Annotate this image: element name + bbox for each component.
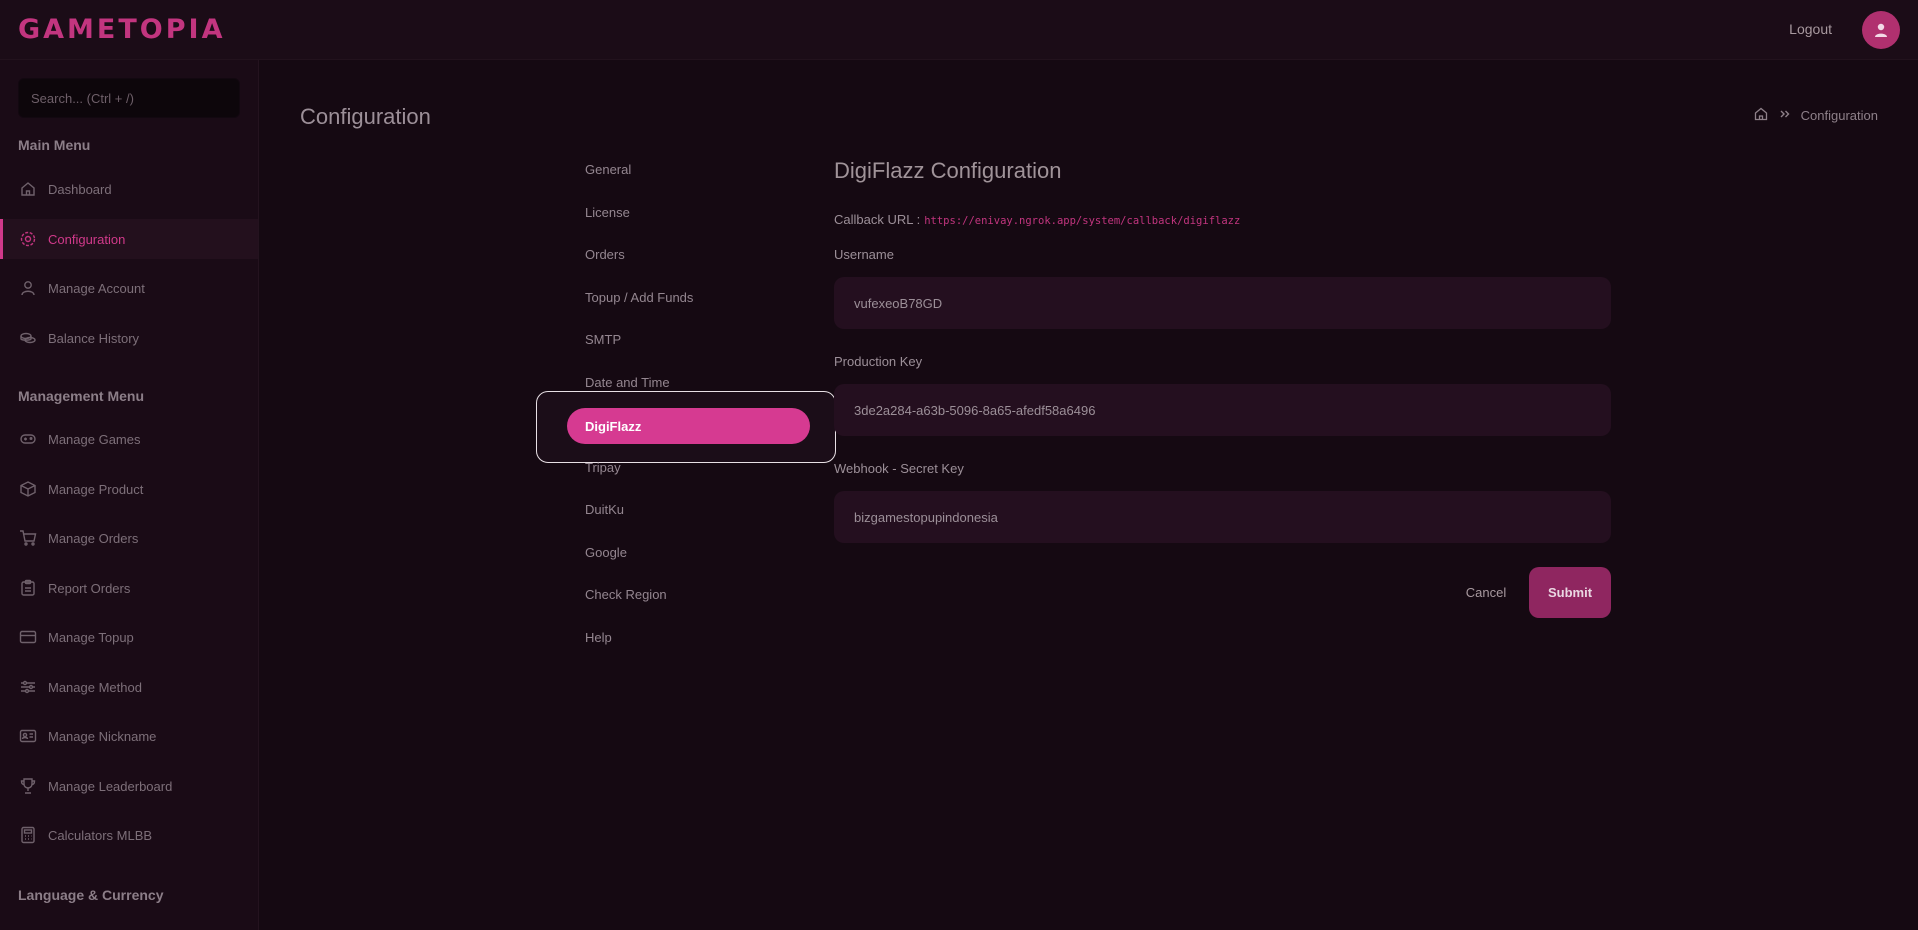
page-title: Configuration: [300, 104, 431, 129]
sidebar-item-label: Manage Orders: [48, 530, 139, 546]
breadcrumb-current: Configuration: [1800, 108, 1878, 123]
chevrons-right-icon: [1779, 108, 1791, 123]
gear-icon: [18, 229, 38, 249]
sidebar-item-label: Configuration: [48, 231, 126, 247]
avatar[interactable]: [1862, 11, 1900, 49]
config-menu-date-and-time[interactable]: Date and Time: [585, 375, 670, 390]
language-currency-title: Language & Currency: [18, 887, 164, 903]
gamepad-icon: [18, 429, 38, 449]
config-menu-digiflazz[interactable]: DigiFlazz: [567, 408, 810, 444]
submit-button[interactable]: Submit: [1529, 567, 1611, 618]
top-bar: GAMETOPIA Logout: [0, 0, 1918, 60]
home-icon: [18, 179, 38, 199]
sliders-icon: [18, 677, 38, 697]
form-title: DigiFlazz Configuration: [834, 158, 1062, 183]
production-key-label: Production Key: [834, 354, 923, 369]
card-icon: [18, 627, 38, 647]
main-menu-title: Main Menu: [18, 137, 91, 153]
webhook-secret-key-field[interactable]: [834, 491, 1611, 543]
sidebar-item-manage-method[interactable]: Manage Method: [0, 667, 258, 707]
sidebar-item-manage-topup[interactable]: Manage Topup: [0, 617, 258, 657]
config-menu-general[interactable]: General: [585, 162, 631, 177]
sidebar-item-label: Dashboard: [48, 181, 112, 197]
coins-icon: [18, 328, 38, 348]
sidebar-item-label: Calculators MLBB: [48, 827, 153, 843]
sidebar-item-manage-orders[interactable]: Manage Orders: [0, 518, 258, 558]
sidebar-item-label: Manage Topup: [48, 629, 134, 645]
sidebar-item-label: Manage Games: [48, 431, 141, 447]
config-menu-smtp[interactable]: SMTP: [585, 332, 621, 347]
user-avatar-icon: [1875, 23, 1887, 37]
sidebar-item-dashboard[interactable]: Dashboard: [0, 169, 258, 209]
callback-url-row: Callback URL : https://enivay.ngrok.app/…: [834, 212, 1240, 227]
config-menu-duitku[interactable]: DuitKu: [585, 502, 624, 517]
config-menu-orders[interactable]: Orders: [585, 247, 625, 262]
sidebar-item-report-orders[interactable]: Report Orders: [0, 568, 258, 608]
home-icon[interactable]: [1753, 106, 1769, 125]
sidebar-item-manage-account[interactable]: Manage Account: [0, 268, 258, 308]
sidebar-item-manage-games[interactable]: Manage Games: [0, 419, 258, 459]
sidebar-item-manage-nickname[interactable]: Manage Nickname: [0, 716, 258, 756]
webhook-secret-key-label: Webhook - Secret Key: [834, 461, 964, 476]
box-icon: [18, 479, 38, 499]
sidebar-item-label: Balance History: [48, 330, 140, 346]
config-menu-help[interactable]: Help: [585, 630, 612, 645]
config-menu-topup-add-funds[interactable]: Topup / Add Funds: [585, 290, 693, 305]
sidebar-item-configuration[interactable]: Configuration: [0, 219, 258, 259]
sidebar-item-label: Manage Leaderboard: [48, 778, 173, 794]
sidebar-item-calculators-mlbb[interactable]: Calculators MLBB: [0, 815, 258, 855]
callback-url-value: https://enivay.ngrok.app/system/callback…: [924, 215, 1241, 227]
management-menu-title: Management Menu: [18, 388, 145, 404]
callback-url-label: Callback URL :: [834, 212, 921, 227]
config-menu-tripay[interactable]: Tripay: [585, 460, 621, 475]
sidebar-item-manage-product[interactable]: Manage Product: [0, 469, 258, 509]
sidebar-item-label: Report Orders: [48, 580, 131, 596]
username-field[interactable]: [834, 277, 1611, 329]
search-input[interactable]: [18, 78, 240, 118]
calculator-icon: [18, 825, 38, 845]
config-menu-google[interactable]: Google: [585, 545, 627, 560]
trophy-icon: [18, 776, 38, 796]
sidebar-item-balance-history[interactable]: Balance History: [0, 318, 258, 358]
cancel-button[interactable]: Cancel: [1460, 580, 1512, 604]
username-label: Username: [834, 247, 894, 262]
sidebar-item-label: Manage Account: [48, 280, 145, 296]
id-card-icon: [18, 726, 38, 746]
cart-icon: [18, 528, 38, 548]
config-menu-check-region[interactable]: Check Region: [585, 587, 667, 602]
sidebar-item-label: Manage Nickname: [48, 728, 157, 744]
sidebar-item-label: Manage Method: [48, 679, 142, 695]
app-logo[interactable]: GAMETOPIA: [18, 14, 225, 45]
sidebar-item-label: Manage Product: [48, 481, 144, 497]
user-icon: [18, 278, 38, 298]
clipboard-icon: [18, 578, 38, 598]
sidebar-item-manage-leaderboard[interactable]: Manage Leaderboard: [0, 766, 258, 806]
breadcrumb: Configuration: [1753, 106, 1878, 125]
sidebar: Main Menu Dashboard Configuration Manage…: [0, 60, 259, 930]
logout-link[interactable]: Logout: [1789, 21, 1832, 37]
config-menu-license[interactable]: License: [585, 205, 630, 220]
production-key-field[interactable]: [834, 384, 1611, 436]
